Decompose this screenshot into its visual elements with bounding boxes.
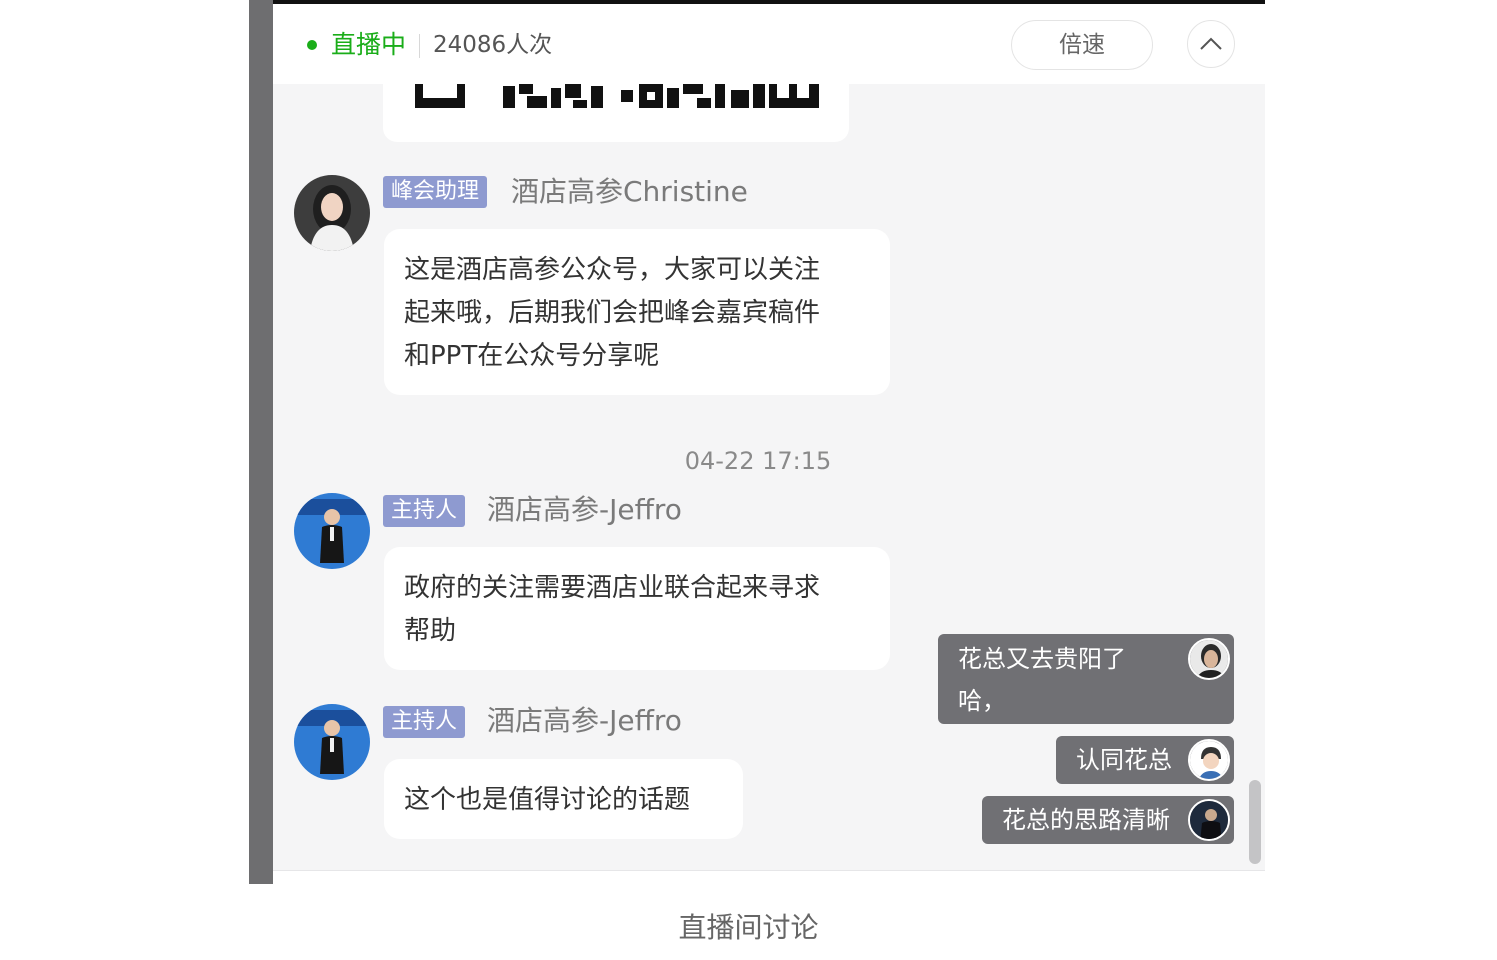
avatar-photo-suit	[1190, 801, 1228, 839]
collapse-button[interactable]	[1187, 20, 1235, 68]
danmaku-line: 认同花总	[1076, 746, 1172, 774]
avatar-photo-woman	[294, 175, 370, 251]
danmaku-comment: 花总的思路清晰	[982, 796, 1234, 844]
image-caption: 直播间讨论	[678, 911, 819, 944]
role-badge: 主持人	[383, 495, 466, 527]
live-status-dot	[307, 40, 317, 50]
chat-scrollbar[interactable]	[1249, 780, 1261, 864]
message-timestamp: 04-22 17:15	[684, 447, 832, 475]
avatar-photo-man	[1190, 640, 1228, 678]
playback-speed-button[interactable]: 倍速	[1011, 20, 1153, 70]
commenter-avatar	[1188, 799, 1230, 841]
sender-name: 酒店高参-Jeffro	[487, 493, 682, 526]
avatar-christine[interactable]	[294, 175, 370, 251]
live-status-label: 直播中	[331, 30, 407, 59]
avatar-jeffro[interactable]	[294, 493, 370, 569]
message-bubble: 政府的关注需要酒店业联合起来寻求 帮助	[384, 547, 890, 670]
panel-bottom-border	[273, 870, 1265, 871]
qr-code-card	[383, 84, 849, 142]
message-bubble: 这是酒店高参公众号，大家可以关注 起来哦，后期我们会把峰会嘉宾稿件 和PPT在公…	[384, 229, 890, 395]
viewer-count: 24086人次	[433, 32, 553, 58]
danmaku-comment: 花总又去贵阳了 哈，	[938, 634, 1234, 724]
header-divider	[419, 34, 420, 58]
message-line: 帮助	[404, 616, 457, 646]
live-chat-panel: 直播中 24086人次 倍速 峰会助理 酒店高参Christine 这是酒店高参…	[273, 4, 1265, 870]
window-left-frame	[249, 0, 273, 884]
qr-code-image	[415, 84, 819, 108]
danmaku-line: 哈，	[958, 687, 1006, 715]
danmaku-line: 花总又去贵阳了	[958, 645, 1126, 673]
commenter-avatar	[1188, 739, 1230, 781]
avatar-jeffro[interactable]	[294, 704, 370, 780]
avatar-cartoon	[1190, 741, 1228, 779]
avatar-photo-host	[294, 493, 370, 569]
message-line: 政府的关注需要酒店业联合起来寻求	[404, 573, 821, 603]
chevron-up-icon	[1200, 37, 1222, 50]
role-badge: 主持人	[383, 706, 466, 738]
role-badge: 峰会助理	[383, 176, 488, 208]
message-line: 这是酒店高参公众号，大家可以关注	[404, 255, 821, 285]
message-line: 和PPT在公众号分享呢	[404, 341, 660, 371]
sender-name: 酒店高参Christine	[511, 175, 748, 208]
avatar-photo-host	[294, 704, 370, 780]
message-bubble: 这个也是值得讨论的话题	[384, 759, 743, 839]
danmaku-line: 花总的思路清晰	[1002, 806, 1170, 834]
danmaku-comment: 认同花总	[1056, 736, 1234, 784]
live-header: 直播中 24086人次 倍速	[273, 4, 1265, 84]
message-line: 起来哦，后期我们会把峰会嘉宾稿件	[404, 298, 821, 328]
commenter-avatar	[1188, 638, 1230, 680]
sender-name: 酒店高参-Jeffro	[487, 704, 682, 737]
message-line: 这个也是值得讨论的话题	[404, 785, 691, 815]
